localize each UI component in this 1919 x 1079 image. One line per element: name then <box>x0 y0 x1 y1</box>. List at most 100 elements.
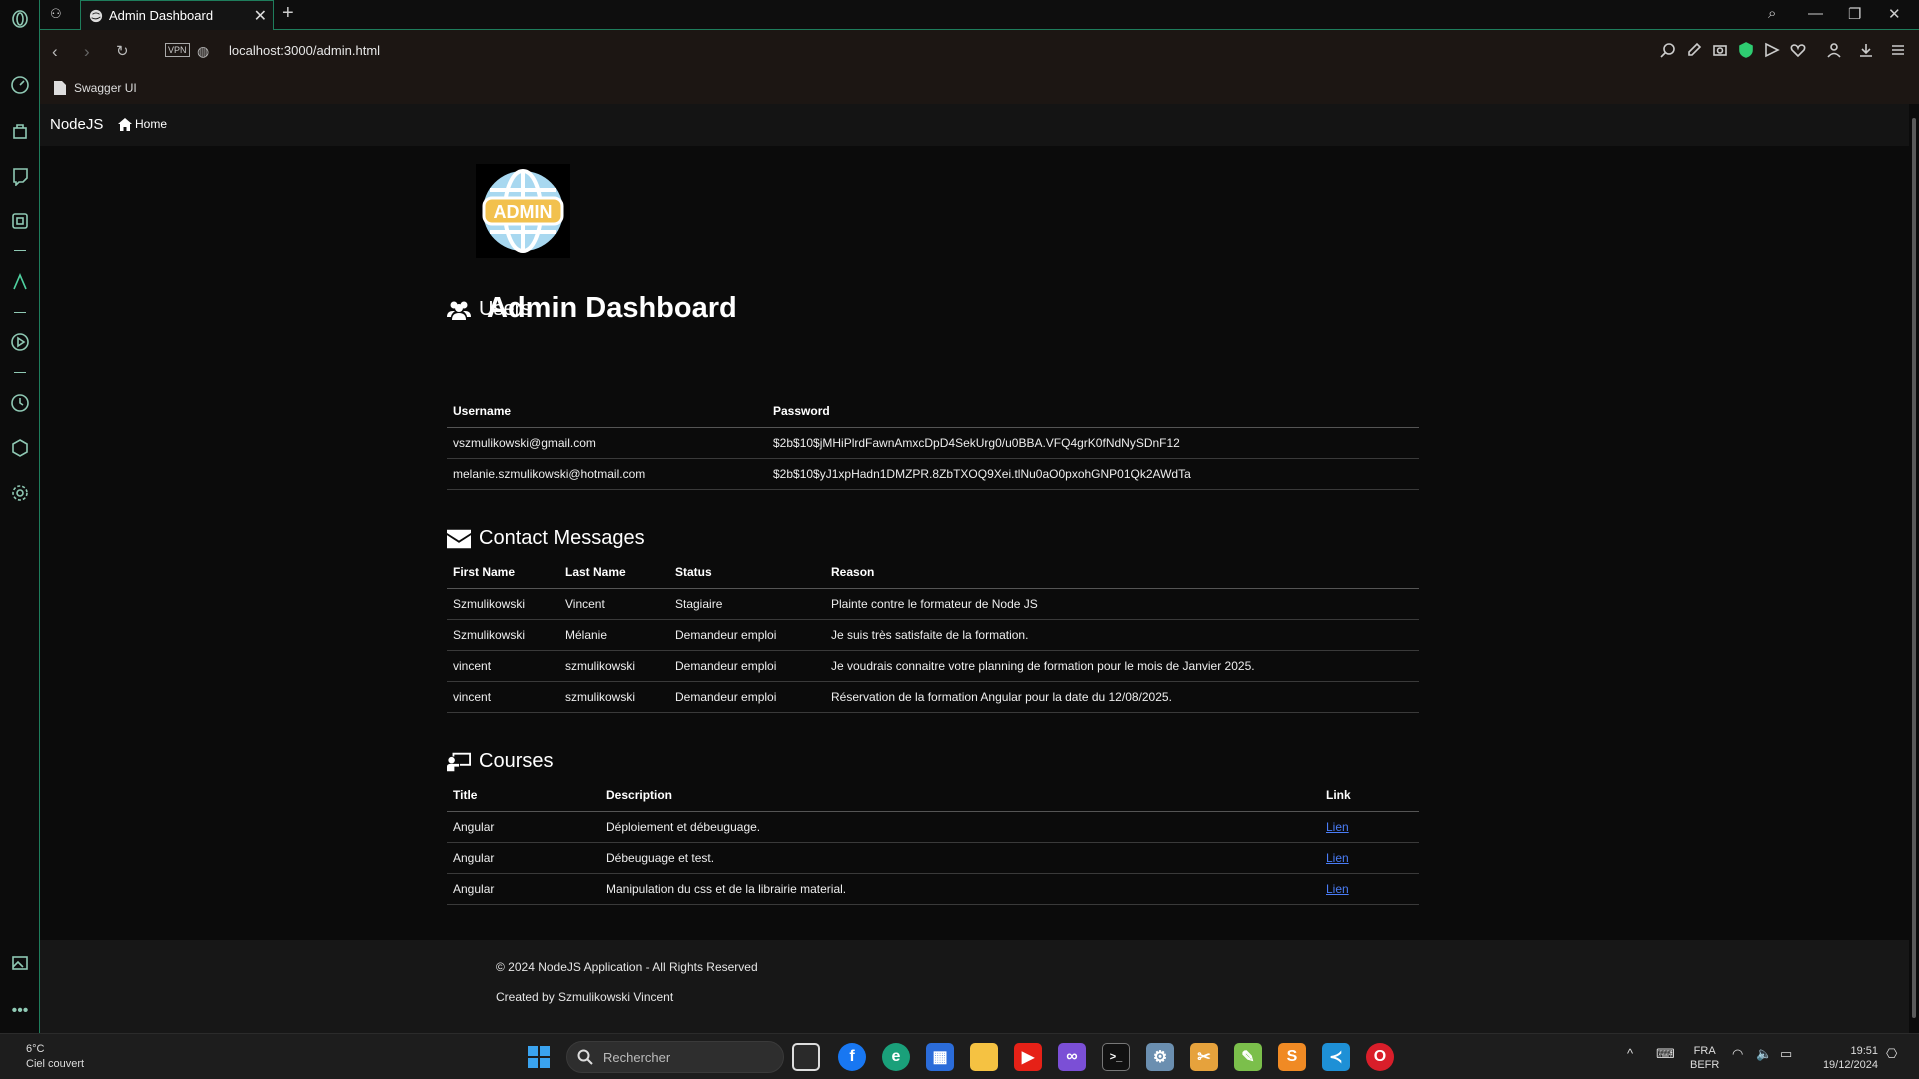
opera-logo-icon[interactable] <box>9 8 31 30</box>
contacts-heading: Contact Messages <box>447 527 645 550</box>
site-info-icon[interactable]: ◍ <box>197 43 209 60</box>
cell-first-name: Szmulikowski <box>447 619 559 651</box>
aria-icon[interactable] <box>9 271 31 293</box>
download-icon[interactable] <box>1858 42 1874 58</box>
file-explorer-icon[interactable] <box>970 1043 998 1071</box>
courses-table: Title Description Link Angular Déploieme… <box>447 780 1419 905</box>
column-header: Link <box>1320 780 1419 812</box>
courses-heading: Courses <box>447 750 553 773</box>
admin-logo: ADMIN <box>476 164 570 258</box>
back-button[interactable]: ‹ <box>52 42 58 62</box>
camera-icon[interactable] <box>1712 42 1728 58</box>
notifications-icon[interactable]: ⎔ <box>1886 1047 1897 1061</box>
cell-password: $2b$10$jMHiPlrdFawnAmxcDpD4SekUrg0/u0BBA… <box>767 427 1419 459</box>
edge-icon[interactable]: e <box>882 1043 910 1071</box>
shield-check-icon[interactable] <box>1738 42 1754 58</box>
clock-time: 19:51 <box>1850 1045 1878 1057</box>
vpn-badge[interactable]: VPN <box>165 43 190 57</box>
cell-link: Lien <box>1320 842 1419 874</box>
cell-reason: Je voudrais connaitre votre planning de … <box>825 650 1419 682</box>
terminal-icon[interactable]: >_ <box>1102 1043 1130 1071</box>
shopping-icon[interactable] <box>9 120 31 142</box>
volume-icon[interactable]: 🔈 <box>1756 1047 1772 1061</box>
history-icon[interactable] <box>9 392 31 414</box>
cell-status: Demandeur emploi <box>669 650 825 682</box>
scrollbar-thumb[interactable] <box>1912 118 1916 1018</box>
clock[interactable]: 19:51 19/12/2024 <box>1810 1044 1878 1072</box>
table-row: Angular Déploiement et débeuguage. Lien <box>447 811 1419 843</box>
twitch-icon[interactable] <box>9 165 31 187</box>
course-link[interactable]: Lien <box>1326 882 1349 896</box>
tab-islands-icon[interactable]: ⚇ <box>50 6 62 22</box>
reload-button[interactable]: ↻ <box>116 42 129 60</box>
cell-title: Angular <box>447 811 600 843</box>
cell-last-name: Mélanie <box>559 619 669 651</box>
cell-password: $2b$10$yJ1xpHadn1DMZPR.8ZbTXOQ9Xei.tlNu0… <box>767 458 1419 490</box>
chalkboard-teacher-icon <box>447 752 471 771</box>
wifi-icon[interactable]: ◠ <box>1732 1047 1743 1061</box>
workspace-icon[interactable] <box>9 210 31 232</box>
task-view-icon[interactable] <box>792 1043 820 1071</box>
control-panel-icon[interactable]: ⚙ <box>1146 1043 1174 1071</box>
player-icon[interactable] <box>9 331 31 353</box>
new-tab-button[interactable]: + <box>282 2 294 25</box>
heart-icon[interactable] <box>1790 42 1806 58</box>
facebook-icon[interactable]: f <box>838 1043 866 1071</box>
battery-icon[interactable]: ▭ <box>1780 1047 1792 1061</box>
search-placeholder: Rechercher <box>603 1049 671 1065</box>
gallery-icon[interactable] <box>9 952 31 974</box>
store-icon[interactable]: ▦ <box>926 1043 954 1071</box>
address-bar: ‹ › ↻ VPN ◍ localhost:3000/admin.html <box>40 30 1919 72</box>
bookmark-label: Swagger UI <box>74 81 137 95</box>
minimize-button[interactable]: — <box>1808 5 1823 22</box>
course-link[interactable]: Lien <box>1326 851 1349 865</box>
settings-gear-icon[interactable] <box>9 482 31 504</box>
speed-dial-icon[interactable] <box>9 74 31 96</box>
cell-link: Lien <box>1320 811 1419 843</box>
restore-button[interactable]: ❐ <box>1848 5 1861 23</box>
contacts-table: First Name Last Name Status Reason Szmul… <box>447 557 1419 713</box>
show-hidden-icons[interactable]: ^ <box>1627 1047 1633 1061</box>
menu-icon[interactable] <box>1890 42 1906 58</box>
cell-last-name: szmulikowski <box>559 650 669 682</box>
cell-title: Angular <box>447 873 600 905</box>
cell-description: Débeuguage et test. <box>600 842 1320 874</box>
vscode-icon[interactable]: ≺ <box>1322 1043 1350 1071</box>
bookmark-swagger-ui[interactable]: Swagger UI <box>54 81 137 95</box>
tab-close-icon[interactable]: ✕ <box>254 6 267 26</box>
course-link[interactable]: Lien <box>1326 820 1349 834</box>
cell-username: melanie.szmulikowski@hotmail.com <box>447 458 767 490</box>
navbar-brand[interactable]: NodeJS <box>50 116 103 133</box>
page-scrollbar[interactable] <box>1909 104 1919 1033</box>
contacts-title: Contact Messages <box>479 527 645 549</box>
youtube-icon[interactable]: ▶ <box>1014 1043 1042 1071</box>
extensions-icon[interactable] <box>9 437 31 459</box>
tools-icon[interactable]: ✂ <box>1190 1043 1218 1071</box>
footer-credits: Created by Szmulikowski Vincent <box>496 990 674 1004</box>
tab-admin-dashboard[interactable]: Admin Dashboard ✕ <box>80 0 274 30</box>
taskbar-search[interactable]: Rechercher <box>566 1041 784 1073</box>
close-window-button[interactable]: ✕ <box>1888 5 1901 23</box>
profile-icon[interactable] <box>1826 42 1842 58</box>
users-table: Username Password vszmulikowski@gmail.co… <box>447 396 1419 490</box>
cell-status: Demandeur emploi <box>669 619 825 651</box>
tab-search-icon[interactable]: ⌕ <box>1768 5 1776 22</box>
table-row: vincent szmulikowski Demandeur emploi Ré… <box>447 681 1419 713</box>
url-field[interactable]: localhost:3000/admin.html <box>229 43 380 58</box>
home-link[interactable]: Home <box>118 117 167 131</box>
send-icon[interactable] <box>1764 42 1780 58</box>
zoom-icon[interactable] <box>1660 42 1676 58</box>
keyboard-icon[interactable]: ⌨ <box>1656 1047 1675 1061</box>
forward-button[interactable]: › <box>84 42 90 62</box>
weather-desc: Ciel couvert <box>26 1058 85 1070</box>
sublime-text-icon[interactable]: S <box>1278 1043 1306 1071</box>
language-indicator[interactable]: FRA BEFR <box>1690 1044 1719 1072</box>
notepad-icon[interactable]: ✎ <box>1234 1043 1262 1071</box>
edit-icon[interactable] <box>1686 42 1702 58</box>
more-icon[interactable]: ••• <box>9 1000 31 1022</box>
visual-studio-icon[interactable]: ∞ <box>1058 1043 1086 1071</box>
opera-gx-icon[interactable]: O <box>1366 1043 1394 1071</box>
windows-start-icon[interactable] <box>528 1046 550 1068</box>
cell-last-name: szmulikowski <box>559 681 669 713</box>
weather-widget[interactable]: 6°C Ciel couvert <box>26 1042 84 1072</box>
